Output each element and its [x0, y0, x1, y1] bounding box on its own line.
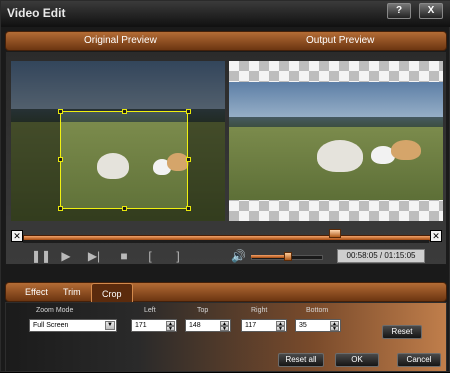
zoom-mode-label: Zoom Mode [36, 307, 74, 314]
tab-trim[interactable]: Trim [53, 282, 91, 302]
mark-in-icon[interactable]: [ [143, 249, 157, 263]
reset-all-button[interactable]: Reset all [278, 353, 324, 367]
close-button[interactable]: X [419, 3, 443, 19]
edit-tabs-area: Effect Trim Crop Zoom Mode Left Top Righ… [5, 269, 447, 373]
crop-handle-bottom-left[interactable] [58, 206, 63, 211]
crop-handle-top[interactable] [122, 109, 127, 114]
chevron-down-icon[interactable]: ▼ [105, 321, 115, 330]
right-stepper[interactable]: 117 ▲ ▼ [241, 319, 287, 332]
left-label: Left [144, 307, 156, 314]
reset-button[interactable]: Reset [382, 325, 422, 339]
bottom-stepper[interactable]: 35 ▲ ▼ [295, 319, 341, 332]
end-marker[interactable]: ✕ [430, 230, 442, 242]
next-frame-icon[interactable]: ▶| [87, 249, 101, 263]
video-edit-window: Video Edit ? X Original Preview Output P… [0, 0, 450, 372]
playback-controls: ❚❚ ▶ ▶| ■ [ ] 🔊 00:58:05 / 01:15:05 [11, 249, 441, 267]
bottom-label: Bottom [306, 307, 329, 314]
output-video-frame [229, 82, 443, 200]
output-preview-label: Output Preview [306, 35, 375, 46]
timeline-thumb[interactable] [329, 229, 341, 238]
crop-handle-right[interactable] [186, 157, 191, 162]
volume-icon[interactable]: 🔊 [231, 249, 246, 263]
start-marker[interactable]: ✕ [11, 230, 23, 242]
mark-out-icon[interactable]: ] [171, 249, 185, 263]
stop-icon[interactable]: ■ [117, 249, 131, 263]
right-value: 117 [245, 322, 257, 329]
volume-thumb[interactable] [284, 252, 292, 261]
play-icon[interactable]: ▶ [59, 249, 73, 263]
original-preview-label: Original Preview [84, 35, 157, 46]
right-label: Right [251, 307, 268, 314]
bottom-value: 35 [299, 322, 307, 329]
title-bar[interactable]: Video Edit ? X [1, 1, 450, 27]
crop-handle-top-right[interactable] [186, 109, 191, 114]
tab-effect[interactable]: Effect [15, 282, 58, 302]
zoom-mode-select[interactable]: Full Screen ▼ [29, 319, 117, 332]
output-preview [229, 61, 443, 221]
right-down-icon[interactable]: ▼ [276, 326, 285, 332]
crop-handle-left[interactable] [58, 157, 63, 162]
tab-crop[interactable]: Crop [91, 283, 133, 302]
crop-handle-bottom-right[interactable] [186, 206, 191, 211]
help-button[interactable]: ? [387, 3, 411, 19]
left-stepper[interactable]: 171 ▲ ▼ [131, 319, 177, 332]
crop-frame[interactable] [60, 111, 188, 209]
crop-handle-bottom[interactable] [122, 206, 127, 211]
cancel-button[interactable]: Cancel [397, 353, 441, 367]
time-readout: 00:58:05 / 01:15:05 [337, 249, 425, 263]
top-stepper[interactable]: 148 ▲ ▼ [185, 319, 231, 332]
top-down-icon[interactable]: ▼ [220, 326, 229, 332]
zoom-mode-value: Full Screen [33, 322, 69, 329]
timeline[interactable]: ✕ ✕ [11, 227, 442, 249]
left-value: 171 [135, 322, 147, 329]
top-value: 148 [189, 322, 201, 329]
bottom-down-icon[interactable]: ▼ [330, 326, 339, 332]
pause-icon[interactable]: ❚❚ [31, 249, 51, 263]
preview-header: Original Preview Output Preview [5, 31, 447, 51]
ok-button[interactable]: OK [335, 353, 379, 367]
window-title: Video Edit [7, 6, 66, 20]
crop-handle-top-left[interactable] [58, 109, 63, 114]
top-label: Top [197, 307, 209, 314]
left-down-icon[interactable]: ▼ [166, 326, 175, 332]
